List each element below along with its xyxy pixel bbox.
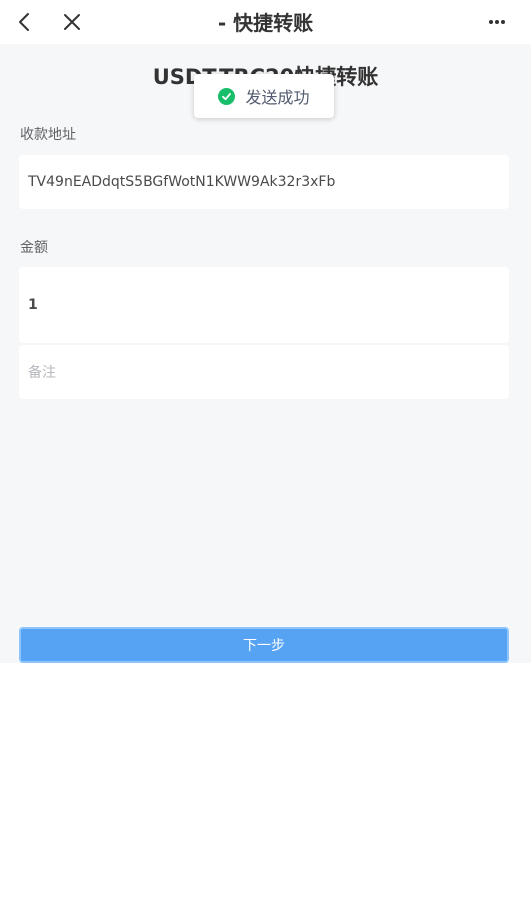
more-button[interactable]	[483, 8, 511, 36]
toast-message: 发送成功	[245, 88, 310, 107]
form-content: USDT-TRC20快捷转账 收款地址 TV49nEADdqtS5BGfWotN…	[0, 44, 531, 663]
nav-title: - 快捷转账	[217, 11, 314, 35]
memo-placeholder: 备注	[28, 365, 56, 381]
top-nav-bar: - 快捷转账	[0, 0, 531, 44]
amount-label: 金额	[20, 240, 48, 256]
next-button[interactable]: 下一步	[19, 627, 509, 663]
address-field[interactable]: TV49nEADdqtS5BGfWotN1KWW9Ak32r3xFb	[19, 155, 509, 209]
memo-field[interactable]: 备注	[19, 345, 509, 399]
more-horizontal-icon	[489, 20, 505, 24]
amount-value: 1	[28, 297, 38, 313]
success-toast: 发送成功	[194, 74, 334, 118]
address-value: TV49nEADdqtS5BGfWotN1KWW9Ak32r3xFb	[28, 174, 336, 190]
amount-field[interactable]: 1	[19, 267, 509, 343]
check-circle-icon	[218, 87, 236, 105]
address-label: 收款地址	[20, 127, 76, 143]
